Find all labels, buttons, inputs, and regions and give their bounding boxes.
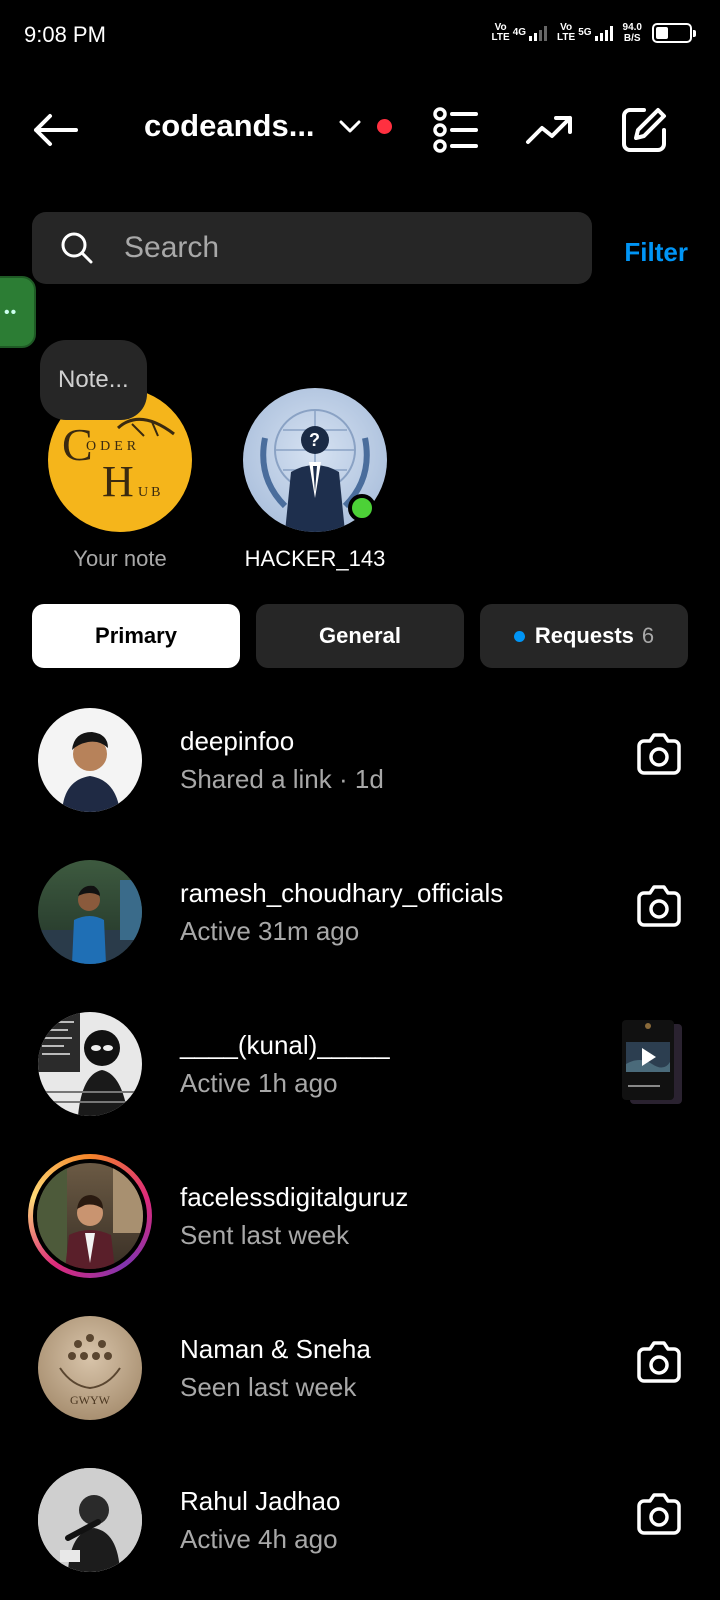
back-arrow-icon bbox=[34, 114, 78, 146]
requests-count: 6 bbox=[641, 623, 655, 648]
inbox-tabs: Primary General Requests 6 bbox=[32, 604, 688, 668]
conversation-status: Sent last week bbox=[180, 1220, 350, 1250]
filter-button[interactable]: Filter bbox=[624, 237, 688, 268]
reel-thumbnail[interactable] bbox=[620, 1020, 684, 1106]
svg-text:GWYW: GWYW bbox=[70, 1393, 111, 1407]
avatar bbox=[38, 708, 142, 812]
status-time: 9:08 PM bbox=[24, 22, 106, 47]
online-status-dot bbox=[348, 494, 376, 522]
conversation-status: Active 4h ago bbox=[180, 1524, 338, 1554]
camera-icon bbox=[637, 885, 681, 927]
avatar bbox=[38, 860, 142, 964]
svg-text:UB: UB bbox=[138, 485, 163, 500]
sim2-signal: Vo LTE 5G bbox=[557, 23, 613, 43]
camera-icon bbox=[637, 1341, 681, 1383]
unread-dot bbox=[513, 630, 525, 642]
note-hacker-143[interactable]: ? HACKER_143 bbox=[240, 388, 390, 572]
avatar: GWYW bbox=[38, 1316, 142, 1420]
conversation-name: deepinfoo bbox=[180, 726, 295, 756]
chevron-down-icon bbox=[339, 120, 361, 133]
avatar bbox=[38, 1468, 142, 1572]
compose-button[interactable] bbox=[618, 104, 670, 156]
list-button[interactable] bbox=[430, 104, 482, 156]
account-name: codeands... bbox=[144, 108, 315, 143]
camera-button[interactable] bbox=[634, 730, 684, 780]
sim1-signal: Vo LTE 4G bbox=[492, 23, 548, 43]
tab-primary[interactable]: Primary bbox=[32, 604, 240, 668]
conversation-name: ____(kunal)_____ bbox=[180, 1030, 390, 1060]
conversation-row[interactable]: GWYW Naman & Sneha Seen last week bbox=[0, 1298, 720, 1450]
conversation-list: deepinfoo Shared a link · 1d ramesh_chou… bbox=[0, 690, 720, 1600]
story-ring bbox=[28, 1154, 152, 1278]
conversation-name: facelessdigitalguruz bbox=[180, 1182, 409, 1212]
conversation-row[interactable]: ____(kunal)_____ Active 1h ago bbox=[0, 994, 720, 1146]
search-icon bbox=[61, 232, 93, 264]
conversation-name: Naman & Sneha bbox=[180, 1334, 371, 1364]
avatar bbox=[38, 1012, 142, 1116]
svg-text:ODER: ODER bbox=[86, 439, 140, 454]
tab-requests[interactable]: Requests 6 bbox=[480, 604, 688, 668]
compose-icon bbox=[622, 108, 666, 152]
camera-button[interactable] bbox=[634, 882, 684, 932]
notification-dot bbox=[376, 118, 392, 134]
conversation-row[interactable]: Rahul Jadhao Active 4h ago bbox=[0, 1450, 720, 1600]
tab-general[interactable]: General bbox=[256, 604, 464, 668]
floating-side-tab[interactable]: •• bbox=[0, 276, 36, 348]
conversation-name: ramesh_choudhary_officials bbox=[180, 878, 504, 908]
conversation-row[interactable]: deepinfoo Shared a link · 1d bbox=[0, 690, 720, 842]
signal-bars-icon bbox=[529, 25, 548, 41]
svg-text:?: ? bbox=[309, 430, 320, 450]
conversation-status: Seen last week bbox=[180, 1372, 357, 1402]
top-header: codeands... bbox=[0, 90, 720, 170]
back-button[interactable] bbox=[30, 108, 80, 152]
list-icon bbox=[433, 107, 478, 153]
search-bar[interactable] bbox=[32, 212, 592, 284]
conversation-status: Active 31m ago bbox=[180, 916, 360, 946]
note-label: Your note bbox=[73, 546, 167, 571]
avatar bbox=[33, 1159, 147, 1273]
note-label: HACKER_143 bbox=[244, 546, 386, 571]
conversation-row[interactable]: facelessdigitalguruz Sent last week bbox=[0, 1146, 720, 1298]
camera-icon bbox=[637, 1493, 681, 1535]
search-input[interactable] bbox=[124, 231, 524, 265]
conversation-name: Rahul Jadhao bbox=[180, 1486, 341, 1516]
camera-icon bbox=[637, 733, 681, 775]
note-bubble[interactable]: Note... bbox=[40, 340, 147, 420]
status-indicators: Vo LTE 4G Vo LTE 5G 94.0 B/S bbox=[492, 22, 696, 44]
network-speed: 94.0 B/S bbox=[622, 22, 642, 44]
signal-bars-icon bbox=[594, 25, 613, 41]
conversation-status: Shared a link · 1d bbox=[180, 764, 384, 794]
svg-text:H: H bbox=[102, 457, 134, 506]
camera-button[interactable] bbox=[634, 1490, 684, 1540]
conversation-status: Active 1h ago bbox=[180, 1068, 338, 1098]
reel-preview-icon bbox=[622, 1020, 682, 1104]
camera-button[interactable] bbox=[634, 1338, 684, 1388]
account-switcher[interactable]: codeands... bbox=[144, 108, 392, 144]
insights-button[interactable] bbox=[524, 104, 576, 156]
conversation-row[interactable]: ramesh_choudhary_officials Active 31m ag… bbox=[0, 842, 720, 994]
status-bar: 9:08 PM Vo LTE 4G Vo LTE 5G 94.0 B/S bbox=[0, 0, 720, 72]
trending-icon bbox=[526, 116, 572, 144]
battery-icon bbox=[652, 23, 696, 43]
notes-tray: C ODER H UB Your note Note... ? HACKER_1… bbox=[0, 340, 720, 580]
